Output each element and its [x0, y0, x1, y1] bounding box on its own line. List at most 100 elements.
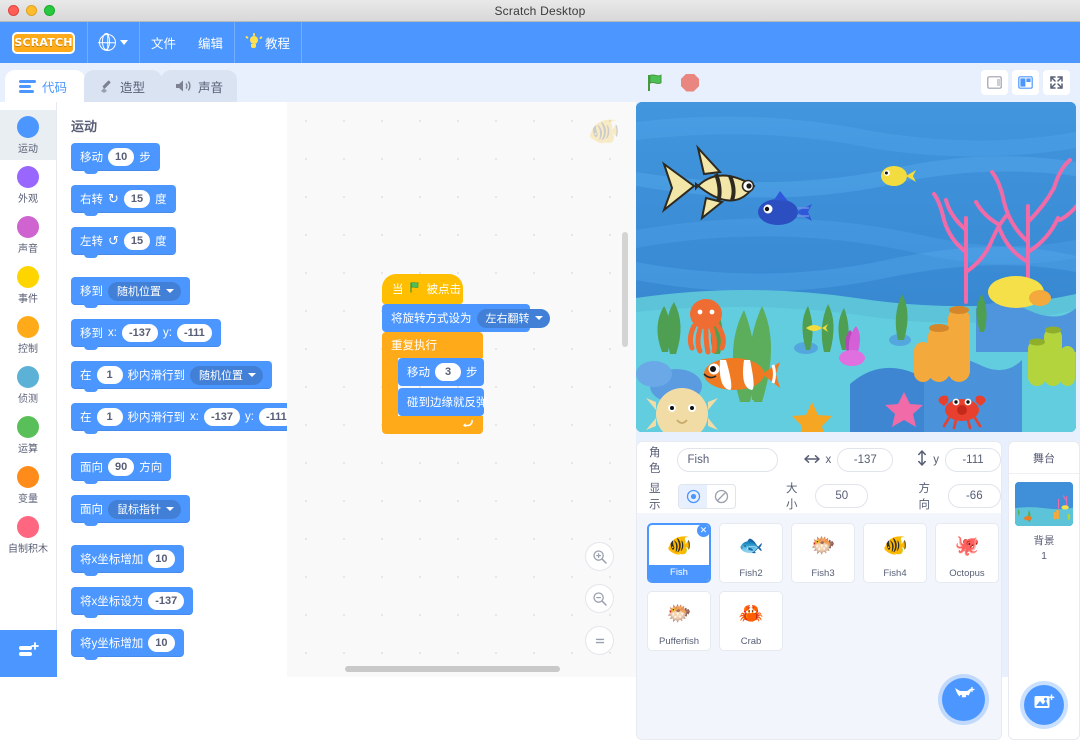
- block-number-input[interactable]: -111: [258, 408, 287, 426]
- fullscreen-button[interactable]: [1043, 70, 1070, 95]
- palette-block-turn-right[interactable]: 右转 ↻ 15 度: [71, 185, 176, 216]
- category-looks[interactable]: 外观: [0, 160, 56, 210]
- sprite-card-fish[interactable]: ✕ 🐠 Fish: [647, 523, 711, 583]
- sprite-size-label: 大小: [785, 483, 798, 511]
- category-color-dot: [17, 415, 39, 438]
- sprite-card-fish4[interactable]: 🐠 Fish4: [863, 523, 927, 583]
- palette-block-change-y-by[interactable]: 将y坐标增加 10: [71, 629, 184, 660]
- sprite-card-fish2[interactable]: 🐟 Fish2: [719, 523, 783, 583]
- block-number-input[interactable]: 15: [123, 232, 151, 250]
- block-number-input[interactable]: 90: [108, 458, 135, 476]
- block-number-input[interactable]: 10: [148, 634, 175, 652]
- palette-block-glide-xy[interactable]: 在 1 秒内滑行到 x: -137 y: -111: [71, 403, 287, 434]
- menu-item-tutorials[interactable]: 教程: [235, 22, 301, 63]
- sprite-x-input[interactable]: -137: [837, 448, 894, 472]
- category-motion[interactable]: 运动: [0, 110, 56, 160]
- palette-block-change-x-by[interactable]: 将x坐标增加 10: [71, 545, 184, 576]
- palette-block-turn-left[interactable]: 左转 ↺ 15 度: [71, 227, 176, 258]
- category-my-blocks[interactable]: 自制积木: [0, 510, 56, 560]
- block-repeat-forever[interactable]: 重复执行: [382, 332, 483, 358]
- palette-block-goto-random[interactable]: 移到 随机位置: [71, 277, 190, 308]
- sprite-thumbnail: 🐠: [882, 534, 908, 557]
- sprite-watermark: 🐠: [587, 116, 620, 146]
- x-arrow-icon: [803, 451, 820, 469]
- category-events[interactable]: 事件: [0, 260, 56, 310]
- sprite-y-input[interactable]: -111: [945, 448, 1001, 472]
- block-when-flag-clicked[interactable]: 当 被点击: [382, 274, 463, 304]
- block-number-input[interactable]: 1: [96, 366, 123, 384]
- language-menu[interactable]: [88, 22, 139, 63]
- palette-block-glide-random[interactable]: 在 1 秒内滑行到 随机位置: [71, 361, 272, 392]
- menu-bar: SCRATCH 文件 编辑 教程: [0, 22, 1080, 63]
- sprite-direction-input[interactable]: -66: [947, 484, 1001, 508]
- sprite-card-crab[interactable]: 🦀 Crab: [719, 591, 783, 651]
- block-number-input[interactable]: -137: [148, 592, 185, 610]
- zoom-reset-button[interactable]: [585, 626, 614, 655]
- delete-sprite-button[interactable]: ✕: [695, 525, 709, 539]
- block-number-input[interactable]: 3: [435, 363, 461, 381]
- block-dropdown[interactable]: 随机位置: [108, 281, 181, 301]
- block-if-on-edge-bounce[interactable]: 碰到边缘就反弹: [398, 388, 488, 416]
- add-backdrop-button[interactable]: [1024, 685, 1064, 725]
- code-workspace[interactable]: 🐠 当 被点击 将旋转方式设为 左右翻转 重复执行 移动 3 步 碰到边缘就反弹: [287, 102, 636, 677]
- block-move-3-steps[interactable]: 移动 3 步: [398, 358, 484, 386]
- category-operators[interactable]: 运算: [0, 410, 56, 460]
- c-block-footer: [382, 416, 483, 434]
- large-stage-button[interactable]: [1012, 70, 1039, 95]
- stage-canvas[interactable]: [636, 102, 1076, 432]
- block-number-input[interactable]: -137: [203, 408, 240, 426]
- zoom-in-button[interactable]: [585, 542, 614, 571]
- category-label: 控制: [18, 343, 38, 355]
- category-sensing[interactable]: 侦测: [0, 360, 56, 410]
- block-number-input[interactable]: -111: [176, 324, 212, 342]
- block-number-input[interactable]: 15: [123, 190, 151, 208]
- show-sprite-button[interactable]: [679, 484, 708, 508]
- block-number-input[interactable]: 10: [148, 550, 175, 568]
- category-sound[interactable]: 声音: [0, 210, 56, 260]
- block-palette[interactable]: 运动 移动 10 步 右转 ↻ 15 度 左转 ↺ 15 度 移到 随机位置 移…: [57, 102, 287, 677]
- add-sprite-button[interactable]: [942, 678, 985, 721]
- palette-block-move-steps[interactable]: 移动 10 步: [71, 143, 160, 174]
- workspace-horizontal-scrollbar[interactable]: [345, 666, 560, 672]
- sprite-card-fish3[interactable]: 🐡 Fish3: [791, 523, 855, 583]
- palette-block-goto-xy[interactable]: 移到 x: -137 y: -111: [71, 319, 221, 350]
- add-extension-button[interactable]: [0, 630, 57, 677]
- small-stage-button[interactable]: [981, 70, 1008, 95]
- block-dropdown[interactable]: 左右翻转: [476, 308, 550, 328]
- category-control[interactable]: 控制: [0, 310, 56, 360]
- category-variables[interactable]: 变量: [0, 460, 56, 510]
- block-set-rotation-style[interactable]: 将旋转方式设为 左右翻转: [382, 304, 550, 332]
- palette-block-set-x-to[interactable]: 将x坐标设为 -137: [71, 587, 194, 618]
- block-dropdown[interactable]: 随机位置: [190, 365, 263, 385]
- tab-sounds[interactable]: 声音: [161, 70, 237, 102]
- tab-code[interactable]: 代码: [5, 70, 85, 102]
- sprite-card-octopus[interactable]: 🐙 Octopus: [935, 523, 999, 583]
- close-window-button[interactable]: [8, 5, 19, 16]
- sprite-direction-label: 方向: [918, 483, 930, 511]
- chevron-down-icon: [534, 316, 543, 320]
- palette-block-point-towards[interactable]: 面向 鼠标指针: [71, 495, 190, 526]
- maximize-window-button[interactable]: [44, 5, 55, 16]
- script-stack[interactable]: 当 被点击 将旋转方式设为 左右翻转 重复执行 移动 3 步 碰到边缘就反弹: [382, 274, 550, 434]
- block-number-input[interactable]: -137: [121, 324, 158, 342]
- minimize-window-button[interactable]: [26, 5, 37, 16]
- sprite-card-pufferfish[interactable]: 🐡 Pufferfish: [647, 591, 711, 651]
- block-dropdown[interactable]: 鼠标指针: [108, 499, 181, 519]
- palette-block-point-direction[interactable]: 面向 90 方向: [71, 453, 172, 484]
- menu-item-edit[interactable]: 编辑: [187, 22, 234, 63]
- window-title: Scratch Desktop: [494, 3, 586, 18]
- block-number-input[interactable]: 1: [96, 408, 123, 426]
- tab-costumes[interactable]: 造型: [84, 70, 162, 102]
- sprite-size-input[interactable]: 50: [815, 484, 869, 508]
- menu-item-file[interactable]: 文件: [140, 22, 187, 63]
- workspace-vertical-scrollbar[interactable]: [622, 232, 628, 347]
- zoom-out-button[interactable]: [585, 584, 614, 613]
- block-number-input[interactable]: 10: [108, 148, 135, 166]
- sprite-name-input[interactable]: Fish: [676, 448, 778, 472]
- hide-sprite-button[interactable]: [707, 485, 735, 508]
- category-color-dot: [17, 515, 39, 538]
- category-label: 运动: [18, 143, 38, 155]
- stage-thumbnail[interactable]: [1015, 482, 1073, 526]
- stop-button[interactable]: [681, 73, 699, 92]
- green-flag-button[interactable]: [646, 73, 668, 93]
